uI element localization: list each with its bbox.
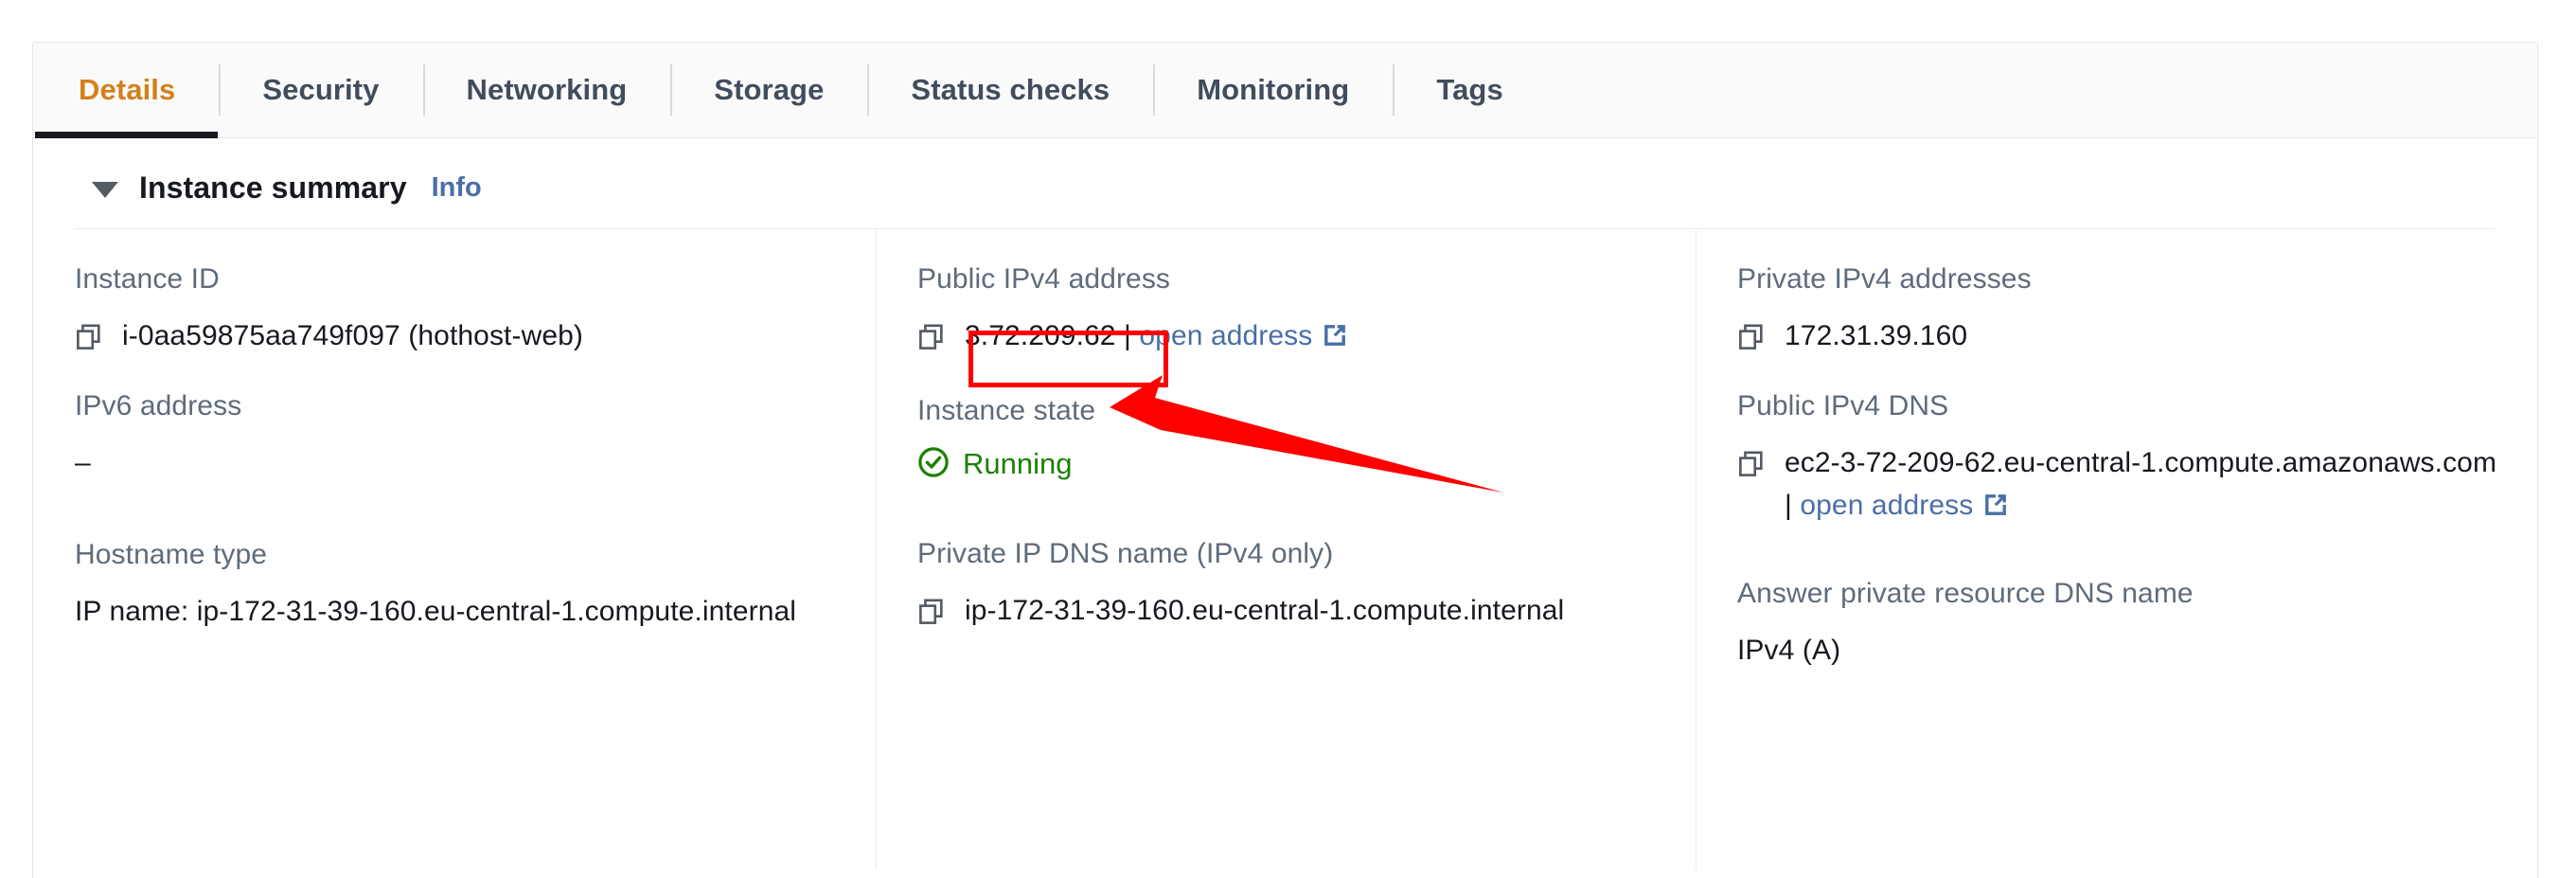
field-public-ipv4-dns-value-row: ec2-3-72-209-62.eu-central-1.compute.ama…	[1737, 441, 2499, 532]
summary-columns: Instance ID i-0aa59875aa749f097 (hothost…	[33, 229, 2537, 878]
external-link-icon[interactable]	[1321, 319, 1349, 363]
instance-details-card: Details Security Networking Storage Stat…	[32, 42, 2538, 878]
tab-security-label: Security	[262, 73, 380, 106]
field-ipv6-address-label: IPv6 address	[75, 389, 242, 421]
field-ipv6-address-value: –	[75, 446, 91, 478]
field-private-ipv4-addresses-value-row: 172.31.39.160	[1737, 314, 2499, 358]
field-answer-private-resource-dns-name: Answer private resource DNS name IPv4 (A…	[1737, 578, 2499, 672]
tab-storage[interactable]: Storage	[670, 43, 867, 137]
tab-security[interactable]: Security	[219, 43, 422, 137]
external-link-icon[interactable]	[1981, 489, 2010, 532]
instance-state-value: Running	[963, 447, 1073, 481]
open-address-link[interactable]: open address	[1139, 320, 1312, 351]
value-separator: |	[1124, 320, 1131, 351]
tab-storage-label: Storage	[714, 73, 825, 106]
field-private-ip-dns-name-value: ip-172-31-39-160.eu-central-1.compute.in…	[965, 594, 1565, 626]
open-address-link[interactable]: open address	[1800, 490, 1973, 521]
screen-root: Details Security Networking Storage Stat…	[0, 0, 2576, 878]
status-badge: Running	[917, 446, 1658, 483]
summary-column-2: Public IPv4 address 3.72.209.62 | open a…	[876, 229, 1696, 878]
tab-tags[interactable]: Tags	[1393, 43, 1546, 137]
field-instance-id-label: Instance ID	[75, 263, 220, 295]
field-public-ipv4-address-value-row: 3.72.209.62 | open address	[917, 314, 1658, 363]
instance-summary-header: Instance summary Info	[33, 138, 2537, 206]
tab-networking[interactable]: Networking	[422, 43, 671, 137]
tab-bar: Details Security Networking Storage Stat…	[33, 43, 2537, 138]
field-private-ipv4-addresses-label: Private IPv4 addresses	[1737, 263, 2032, 295]
field-public-ipv4-dns-label: Public IPv4 DNS	[1737, 389, 1949, 421]
tab-networking-label: Networking	[466, 73, 628, 106]
field-instance-id: Instance ID i-0aa59875aa749f097 (hothost…	[75, 263, 838, 358]
field-instance-id-value-row: i-0aa59875aa749f097 (hothost-web)	[75, 314, 838, 358]
field-answer-private-resource-dns-name-label: Answer private resource DNS name	[1737, 577, 2194, 609]
field-private-ip-dns-name: Private IP DNS name (IPv4 only) ip-172-3…	[917, 538, 1658, 633]
field-ipv6-address: IPv6 address –	[75, 390, 838, 485]
chevron-down-icon[interactable]	[92, 182, 118, 198]
copy-icon[interactable]	[917, 323, 946, 351]
tab-monitoring-label: Monitoring	[1197, 73, 1350, 106]
tab-details[interactable]: Details	[35, 43, 219, 138]
check-circle-icon	[917, 446, 950, 483]
field-instance-id-value: i-0aa59875aa749f097 (hothost-web)	[122, 320, 583, 351]
field-public-ipv4-address-value: 3.72.209.62	[965, 320, 1116, 351]
field-public-ipv4-address: Public IPv4 address 3.72.209.62 | open a…	[917, 263, 1658, 363]
field-instance-state: Instance state Running	[917, 395, 1658, 483]
field-private-ipv4-addresses: Private IPv4 addresses 172.31.39.160	[1737, 263, 2499, 358]
tab-tags-label: Tags	[1436, 73, 1503, 106]
tab-monitoring[interactable]: Monitoring	[1153, 43, 1393, 137]
copy-icon[interactable]	[1737, 323, 1766, 351]
tab-details-label: Details	[79, 73, 176, 106]
copy-icon[interactable]	[1737, 450, 1766, 478]
field-private-ip-dns-name-value-row: ip-172-31-39-160.eu-central-1.compute.in…	[917, 589, 1658, 633]
copy-icon[interactable]	[75, 323, 103, 351]
field-hostname-type: Hostname type IP name: ip-172-31-39-160.…	[75, 539, 838, 634]
tab-status-checks-label: Status checks	[911, 73, 1110, 106]
field-public-ipv4-address-label: Public IPv4 address	[917, 263, 1171, 295]
field-hostname-type-label: Hostname type	[75, 539, 268, 571]
field-private-ip-dns-name-label: Private IP DNS name (IPv4 only)	[917, 537, 1334, 569]
summary-column-1: Instance ID i-0aa59875aa749f097 (hothost…	[33, 229, 876, 878]
field-hostname-type-value: IP name: ip-172-31-39-160.eu-central-1.c…	[75, 596, 797, 628]
field-public-ipv4-dns: Public IPv4 DNS ec2-3-72-209-62.eu-centr…	[1737, 390, 2499, 532]
section-title: Instance summary	[139, 170, 407, 205]
tab-status-checks[interactable]: Status checks	[867, 43, 1153, 137]
field-public-ipv4-dns-value: ec2-3-72-209-62.eu-central-1.compute.ama…	[1785, 446, 2497, 478]
field-private-ipv4-addresses-value: 172.31.39.160	[1785, 320, 1968, 351]
value-separator: |	[1785, 490, 1792, 522]
info-link[interactable]: Info	[432, 172, 482, 204]
field-instance-state-label: Instance state	[917, 394, 1096, 426]
field-answer-private-resource-dns-name-value: IPv4 (A)	[1737, 634, 1841, 666]
copy-icon[interactable]	[917, 598, 946, 626]
summary-column-3: Private IPv4 addresses 172.31.39.160 Pub…	[1696, 229, 2537, 878]
